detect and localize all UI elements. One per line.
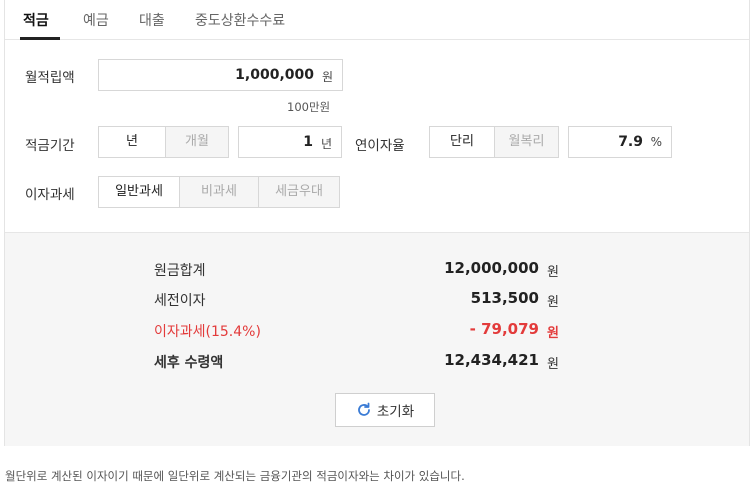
tax-type-preferential[interactable]: 세금우대 [258, 176, 340, 208]
period-label: 적금기간 [25, 138, 75, 154]
monthly-deposit-input[interactable]: 1,000,000 원 [98, 59, 343, 91]
savings-calculator: 적금 예금 대출 중도상환수수료 월적립액 1,000,000 원 100만원 … [4, 0, 750, 446]
interest-tax-unit: 원 [547, 326, 559, 341]
pretax-interest-value: 513,500 [470, 289, 539, 307]
interest-rate-unit: % [650, 135, 662, 149]
net-amount-unit: 원 [547, 357, 559, 372]
tab-prepayment-fee[interactable]: 중도상환수수료 [195, 10, 285, 30]
period-unit-month[interactable]: 개월 [165, 126, 229, 158]
principal-total-value: 12,000,000 [444, 259, 539, 277]
monthly-deposit-unit: 원 [321, 70, 333, 84]
principal-total-label: 원금합계 [154, 263, 206, 279]
reset-button-label: 초기화 [376, 404, 415, 420]
active-tab-indicator [20, 37, 60, 40]
rate-type-compound[interactable]: 월복리 [494, 126, 559, 158]
monthly-deposit-value: 1,000,000 [235, 67, 314, 83]
refresh-icon [358, 402, 370, 416]
interest-rate-input[interactable]: 7.9 % [568, 126, 672, 158]
period-unit-year[interactable]: 년 [98, 126, 166, 158]
tax-type-label: 이자과세 [25, 187, 75, 203]
net-amount-value: 12,434,421 [444, 351, 539, 369]
interest-tax-label: 이자과세(15.4%) [154, 324, 261, 340]
tab-loan[interactable]: 대출 [139, 10, 165, 30]
tax-type-general[interactable]: 일반과세 [98, 176, 180, 208]
pretax-interest-unit: 원 [547, 295, 559, 310]
tax-type-exempt[interactable]: 비과세 [179, 176, 259, 208]
calculation-note: 월단위로 계산된 이자이기 때문에 일단위로 계산되는 금융기관의 적금이자와는… [5, 469, 465, 483]
reset-button[interactable]: 초기화 [335, 393, 435, 427]
net-amount-label: 세후 수령액 [154, 355, 224, 371]
period-unit: 년 [320, 137, 332, 151]
calculator-tabs: 적금 예금 대출 중도상환수수료 [5, 0, 749, 40]
pretax-interest-label: 세전이자 [154, 293, 206, 309]
rate-type-simple[interactable]: 단리 [429, 126, 495, 158]
tab-deposit[interactable]: 예금 [83, 10, 109, 30]
principal-total-unit: 원 [547, 265, 559, 280]
monthly-deposit-hint: 100만원 [287, 100, 331, 114]
interest-tax-value: - 79,079 [469, 320, 539, 338]
interest-rate-value: 7.9 [618, 134, 643, 150]
monthly-deposit-label: 월적립액 [25, 70, 75, 86]
interest-rate-label: 연이자율 [355, 138, 405, 154]
period-value: 1 [303, 134, 313, 150]
period-input[interactable]: 1 년 [238, 126, 342, 158]
tab-savings[interactable]: 적금 [23, 10, 49, 30]
